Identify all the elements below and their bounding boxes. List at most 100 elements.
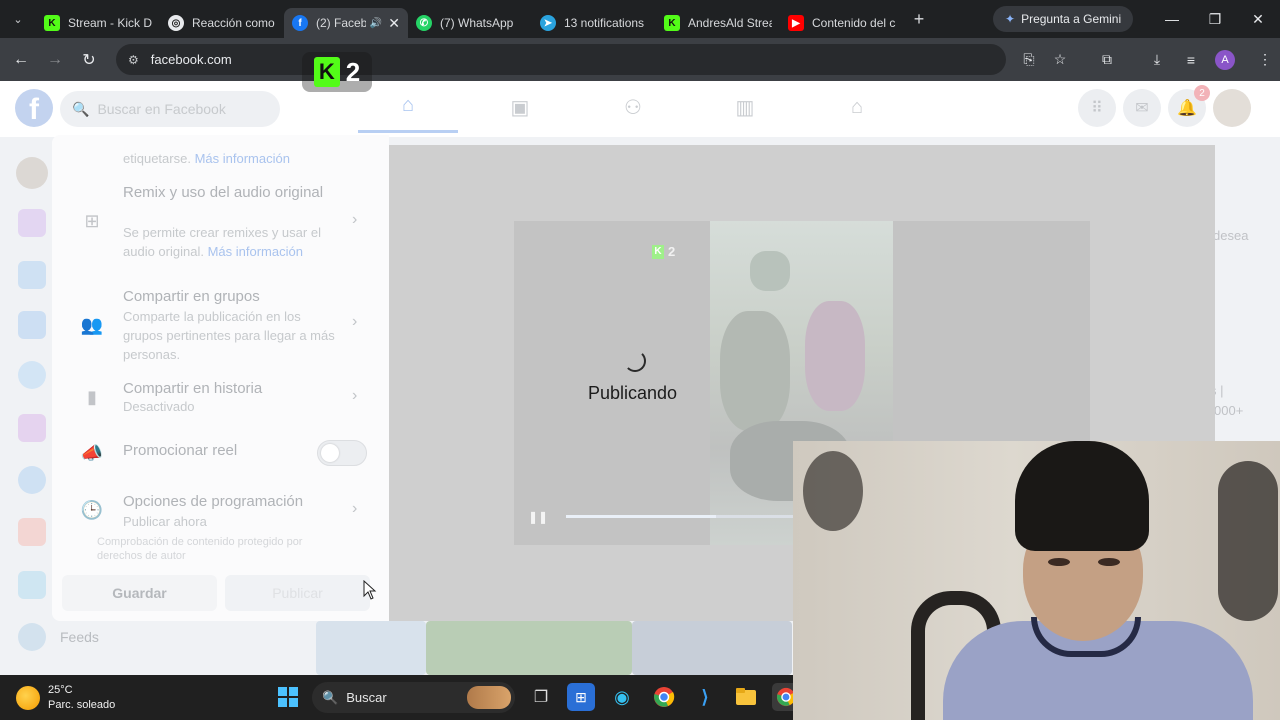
feed-thumbnail[interactable] <box>426 621 632 675</box>
taskbar-search[interactable]: 🔍 Buscar <box>312 682 515 713</box>
whatsapp-icon: ✆ <box>416 15 432 31</box>
tab-telegram[interactable]: ➤ 13 notifications <box>532 8 656 38</box>
webcam-background-object <box>803 451 863 531</box>
gemini-label: Pregunta a Gemini <box>1021 12 1122 26</box>
nav-dashboard-icon[interactable]: ▥ <box>695 81 795 133</box>
messenger-icon[interactable]: ✉ <box>1123 89 1161 127</box>
account-avatar[interactable] <box>1213 89 1251 127</box>
tab-label: Stream - Kick Dashboard <box>68 16 152 30</box>
webcam-background-object <box>1218 461 1278 621</box>
telegram-icon: ➤ <box>540 15 556 31</box>
video-k2-watermark: K 2 <box>652 244 675 259</box>
video-figure <box>750 251 790 291</box>
speaker-icon[interactable]: 🔊 <box>370 18 382 29</box>
more-info-link[interactable]: Más información <box>195 151 290 166</box>
close-tab-icon[interactable]: ✕ <box>388 15 400 32</box>
menu-dots-icon[interactable]: ⋮ <box>1250 38 1280 81</box>
facebook-logo[interactable]: f <box>15 89 53 127</box>
file-explorer-icon[interactable] <box>732 683 760 711</box>
new-tab-icon[interactable]: + <box>904 9 934 30</box>
bookmark-star-icon[interactable]: ☆ <box>1045 38 1075 81</box>
microsoft-store-icon[interactable]: ⊞ <box>567 683 595 711</box>
profile-avatar[interactable]: A <box>1215 49 1235 70</box>
right-column-text: 000+ <box>1214 403 1244 418</box>
publish-button[interactable]: Publicar <box>225 575 370 611</box>
pause-icon[interactable]: ❚❚ <box>528 510 548 524</box>
option-desc: Comparte la publicación en los grupos pe… <box>123 309 335 362</box>
edge-icon[interactable]: ◉ <box>608 683 636 711</box>
nav-friends-icon[interactable]: ⚇ <box>583 81 683 133</box>
tab-label: (2) Facebook <box>316 16 366 30</box>
more-info-link[interactable]: Más información <box>208 244 303 259</box>
taskbar-search-label: Buscar <box>346 690 387 705</box>
chevron-right-icon: › <box>352 387 358 404</box>
menu-grid-icon[interactable]: ⠿ <box>1078 89 1116 127</box>
forward-icon[interactable]: → <box>38 43 72 77</box>
tab-kick-dashboard[interactable]: K Stream - Kick Dashboard <box>36 8 160 38</box>
tab-label: Reacción como <box>192 16 275 30</box>
option-share-story[interactable]: ▮ Compartir en historia Desactivado › <box>52 379 389 419</box>
profile-slot: A <box>1210 38 1240 81</box>
install-app-icon[interactable]: ⎘ <box>1014 38 1044 81</box>
tab-kick-stream[interactable]: K AndresAld Stream <box>656 8 780 38</box>
tab-whatsapp[interactable]: ✆ (7) WhatsApp <box>408 8 532 38</box>
chevron-right-icon: › <box>352 500 358 517</box>
chevron-right-icon: › <box>352 313 358 330</box>
save-button[interactable]: Guardar <box>62 575 217 611</box>
chrome-icon[interactable] <box>650 683 678 711</box>
mouse-cursor-icon <box>363 580 377 600</box>
option-remix[interactable]: ⊞ Remix y uso del audio original Se perm… <box>52 183 389 273</box>
option-title: Promocionar reel <box>123 442 238 459</box>
nav-reels-icon[interactable]: ▣ <box>470 81 570 133</box>
minimize-icon[interactable]: — <box>1150 0 1194 38</box>
address-bar[interactable]: ⚙ facebook.com <box>116 44 1006 75</box>
reload-icon[interactable]: ↻ <box>72 43 106 77</box>
nav-marketplace-icon[interactable]: ⌂ <box>807 81 907 133</box>
video-figure <box>720 311 790 431</box>
task-view-icon[interactable]: ❐ <box>527 683 555 711</box>
youtube-icon: ▶ <box>788 15 804 31</box>
back-icon[interactable]: ← <box>4 43 38 77</box>
sidebar-profile-avatar[interactable] <box>16 157 48 189</box>
option-scheduling[interactable]: 🕒 Opciones de programación Publicar ahor… <box>52 492 389 532</box>
sidebar-video-icon[interactable] <box>18 518 46 546</box>
chatgpt-icon: ◎ <box>168 15 184 31</box>
tab-youtube[interactable]: ▶ Contenido del canal <box>780 8 904 38</box>
sidebar-feeds-label[interactable]: Feeds <box>60 629 99 645</box>
media-control-icon[interactable]: ≡ <box>1176 38 1206 81</box>
close-window-icon[interactable]: ✕ <box>1236 0 1280 38</box>
option-share-groups[interactable]: 👥 Compartir en grupos Comparte la public… <box>52 287 389 363</box>
sidebar-friends-icon[interactable] <box>18 261 46 289</box>
webcam-person-eye <box>1048 558 1070 566</box>
sidebar-marketplace-icon[interactable] <box>18 571 46 599</box>
sidebar-dashboard-icon[interactable] <box>18 311 46 339</box>
facebook-icon: f <box>292 15 308 31</box>
sidebar-saved-icon[interactable] <box>18 414 46 442</box>
sidebar-meta-ai-icon[interactable] <box>18 209 46 237</box>
tab-facebook[interactable]: f (2) Facebook 🔊 ✕ <box>284 8 408 38</box>
downloads-icon[interactable]: ⤓ <box>1142 38 1172 81</box>
kick-icon: K <box>44 15 60 31</box>
weather-widget[interactable]: 25°C Parc. soleado <box>16 683 115 713</box>
option-title: Compartir en historia <box>123 380 263 397</box>
gemini-button[interactable]: ✦ Pregunta a Gemini <box>993 6 1134 32</box>
tab-reaccion[interactable]: ◎ Reacción como <box>160 8 284 38</box>
video-progress-fill <box>566 515 717 518</box>
video-progress-bar[interactable] <box>566 515 794 518</box>
feed-thumbnail[interactable] <box>316 621 426 675</box>
weather-sun-icon <box>16 686 40 710</box>
site-settings-icon[interactable]: ⚙ <box>128 53 139 67</box>
nav-home-icon[interactable]: ⌂ <box>358 81 458 133</box>
sidebar-feeds-icon[interactable] <box>18 623 46 651</box>
vscode-icon[interactable]: ⟩ <box>691 683 719 711</box>
promote-reel-toggle[interactable] <box>317 440 367 466</box>
facebook-search[interactable]: 🔍 Buscar en Facebook <box>60 91 280 127</box>
feed-thumbnail[interactable] <box>632 621 792 675</box>
maximize-icon[interactable]: ❐ <box>1193 0 1237 38</box>
windows-start-icon[interactable] <box>274 683 302 711</box>
tab-search-chevron-icon[interactable]: ⌄ <box>0 0 36 38</box>
reel-settings-panel: etiquetarse. Más información ⊞ Remix y u… <box>52 135 389 621</box>
sidebar-memories-icon[interactable] <box>18 361 46 389</box>
extensions-icon[interactable]: ⧉ <box>1092 38 1122 81</box>
sidebar-groups-icon[interactable] <box>18 466 46 494</box>
